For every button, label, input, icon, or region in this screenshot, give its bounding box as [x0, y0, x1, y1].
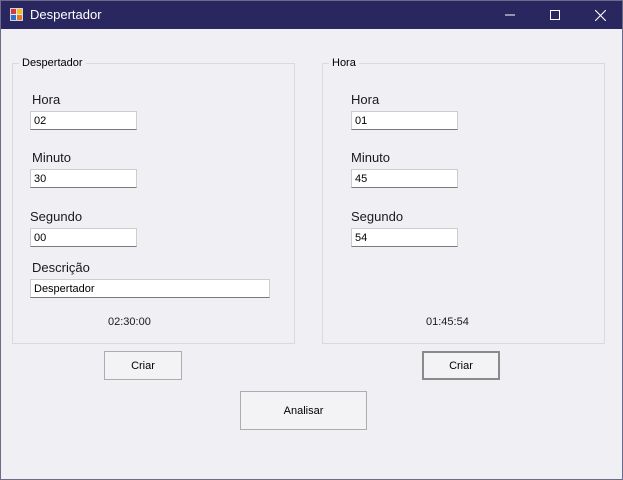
time-minuto-input[interactable]	[351, 169, 458, 188]
window-title: Despertador	[30, 7, 102, 22]
alarm-minuto-input[interactable]	[30, 169, 137, 188]
close-button[interactable]	[577, 1, 623, 29]
time-minuto-label: Minuto	[351, 150, 391, 165]
title-bar: Despertador	[1, 1, 622, 29]
alarm-descricao-label: Descrição	[32, 260, 90, 275]
alarm-criar-button[interactable]: Criar	[104, 351, 182, 380]
alarm-hora-label: Hora	[32, 92, 61, 107]
time-segundo-label: Segundo	[351, 209, 404, 224]
minimize-icon	[505, 14, 515, 16]
alarm-segundo-input[interactable]	[30, 228, 137, 247]
app-form-icon	[9, 7, 24, 22]
time-criar-button[interactable]: Criar	[422, 351, 500, 380]
maximize-button[interactable]	[532, 1, 578, 29]
time-segundo-input[interactable]	[351, 228, 458, 247]
app-window: Despertador Despertador Hora Minuto Segu…	[0, 0, 623, 480]
analisar-button[interactable]: Analisar	[240, 391, 367, 430]
alarm-minuto-label: Minuto	[32, 150, 72, 165]
time-hora-input[interactable]	[351, 111, 458, 130]
time-group-title: Hora	[329, 56, 359, 70]
close-icon	[594, 9, 606, 21]
alarm-group-title: Despertador	[19, 56, 86, 70]
time-hora-label: Hora	[351, 92, 380, 107]
alarm-segundo-label: Segundo	[30, 209, 83, 224]
minimize-button[interactable]	[487, 1, 533, 29]
alarm-hora-input[interactable]	[30, 111, 137, 130]
maximize-icon	[550, 10, 560, 20]
alarm-result-time: 02:30:00	[108, 316, 151, 328]
alarm-descricao-input[interactable]	[30, 279, 270, 298]
time-result-time: 01:45:54	[426, 316, 469, 328]
